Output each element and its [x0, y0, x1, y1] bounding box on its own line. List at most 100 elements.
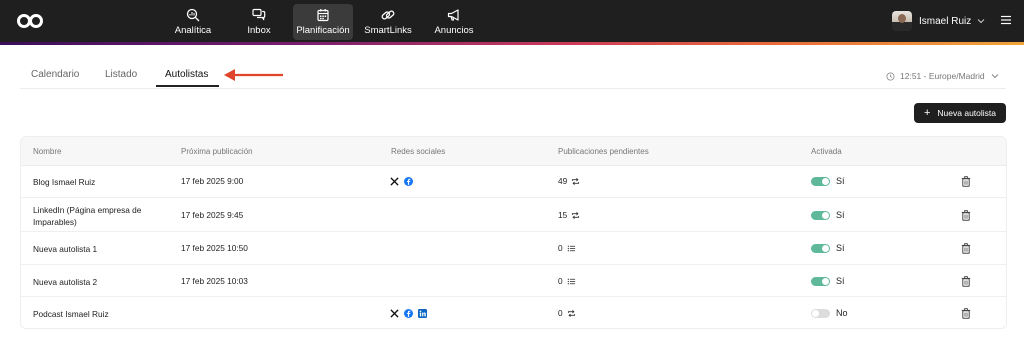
- megaphone-icon: [447, 9, 459, 21]
- facebook-icon: [404, 309, 413, 318]
- toggle-knob: [812, 309, 819, 317]
- nav-label: Planificación: [296, 25, 350, 36]
- toggle-label: Sí: [836, 243, 845, 253]
- autolist-name[interactable]: LinkedIn (Página empresa de Imparables): [33, 204, 163, 228]
- toggle-knob: [822, 277, 829, 285]
- user-menu[interactable]: Ismael Ruiz: [892, 11, 985, 31]
- table-row[interactable]: Nueva autolista 2 17 feb 2025 10:03 0 Sí: [21, 265, 1006, 297]
- trash-icon[interactable]: [961, 176, 971, 187]
- active-toggle[interactable]: Sí: [811, 276, 845, 286]
- facebook-icon: [404, 177, 413, 186]
- chevron-down-icon: [991, 74, 998, 79]
- table-row[interactable]: Podcast Ismael Ruiz 0 No: [21, 297, 1006, 329]
- column-header-activada: Activada: [811, 147, 842, 156]
- toggle-switch[interactable]: [811, 176, 830, 186]
- pending-publications: 0: [558, 308, 576, 318]
- toggle-knob: [822, 177, 829, 185]
- nav-label: SmartLinks: [364, 25, 412, 36]
- toggle-label: Sí: [836, 176, 845, 186]
- logo-icon[interactable]: [16, 12, 44, 30]
- trash-icon[interactable]: [961, 308, 971, 319]
- toggle-knob: [822, 244, 829, 252]
- repeat-icon: [572, 177, 580, 185]
- column-header-nombre: Nombre: [33, 147, 62, 156]
- active-tab-indicator: [156, 85, 219, 87]
- social-networks: [390, 309, 432, 318]
- autolist-name[interactable]: Podcast Ismael Ruiz: [33, 308, 163, 320]
- new-autolist-label: Nueva autolista: [937, 108, 997, 118]
- toggle-knob: [822, 211, 829, 219]
- x-icon: [390, 309, 399, 318]
- avatar: [892, 11, 912, 31]
- pending-count: 15: [558, 210, 568, 220]
- pending-count: 0: [558, 308, 563, 318]
- pending-publications: 0: [558, 276, 576, 286]
- trash-icon[interactable]: [961, 243, 971, 254]
- column-header-publicaciones-pendientes: Publicaciones pendientes: [558, 147, 649, 156]
- autolists-table: Nombre Próxima publicación Redes sociale…: [20, 136, 1007, 329]
- nav-label: Analítica: [174, 25, 212, 36]
- column-header-proxima-publicacion: Próxima publicación: [181, 147, 253, 156]
- pending-count: 49: [558, 176, 568, 186]
- active-toggle[interactable]: Sí: [811, 210, 845, 220]
- nav-label: Anuncios: [434, 25, 474, 36]
- next-publication: 17 feb 2025 9:45: [181, 210, 244, 220]
- autolist-name[interactable]: Blog Ismael Ruiz: [33, 176, 163, 188]
- toggle-label: Sí: [836, 276, 845, 286]
- table-row[interactable]: LinkedIn (Página empresa de Imparables) …: [21, 199, 1006, 232]
- toggle-label: No: [836, 308, 848, 318]
- tab-listado[interactable]: Listado: [105, 69, 137, 80]
- red-arrow-annotation-icon: [224, 69, 283, 81]
- toggle-switch[interactable]: [811, 243, 830, 253]
- list-icon: [567, 278, 575, 284]
- nav-analitica[interactable]: Analítica: [170, 4, 216, 40]
- toggle-switch[interactable]: [811, 276, 830, 286]
- nav-label: Inbox: [247, 25, 271, 36]
- tab-autolistas[interactable]: Autolistas: [165, 69, 208, 80]
- nav-inbox[interactable]: Inbox: [238, 4, 280, 40]
- timezone-label: 12:51 - Europe/Madrid: [900, 71, 985, 81]
- nav-planificacion[interactable]: Planificación: [293, 4, 353, 40]
- active-toggle[interactable]: No: [811, 308, 848, 318]
- nav-anuncios[interactable]: Anuncios: [432, 4, 476, 40]
- table-row[interactable]: Nueva autolista 1 17 feb 2025 10:50 0 Sí: [21, 233, 1006, 265]
- trash-icon[interactable]: [961, 276, 971, 287]
- chat-bubbles-icon: [252, 8, 266, 21]
- autolist-name[interactable]: Nueva autolista 1: [33, 243, 163, 255]
- top-navigation-bar: Analítica Inbox Planificación SmartLinks…: [0, 0, 1024, 42]
- pending-publications: 49: [558, 176, 580, 186]
- pending-count: 0: [558, 276, 563, 286]
- active-toggle[interactable]: Sí: [811, 243, 845, 253]
- tab-calendario[interactable]: Calendario: [31, 69, 79, 80]
- active-toggle[interactable]: Sí: [811, 176, 845, 186]
- plus-icon: +: [923, 107, 931, 119]
- repeat-icon: [567, 309, 575, 317]
- list-icon: [567, 245, 575, 251]
- tabs-divider: [20, 88, 1006, 89]
- hamburger-menu-icon[interactable]: [1001, 15, 1011, 25]
- table-row[interactable]: Blog Ismael Ruiz 17 feb 2025 9:00 49 Sí: [21, 166, 1006, 198]
- user-name: Ismael Ruiz: [919, 15, 972, 27]
- repeat-icon: [572, 211, 580, 219]
- pending-publications: 15: [558, 210, 580, 220]
- toggle-switch[interactable]: [811, 308, 830, 318]
- toggle-label: Sí: [836, 210, 845, 220]
- toggle-switch[interactable]: [811, 210, 830, 220]
- column-header-redes-sociales: Redes sociales: [391, 147, 446, 156]
- timezone-selector[interactable]: 12:51 - Europe/Madrid: [886, 71, 1004, 81]
- next-publication: 17 feb 2025 10:50: [181, 243, 248, 253]
- clock-icon: [886, 71, 895, 81]
- brand-gradient-strip: [0, 42, 1024, 45]
- link-icon: [381, 10, 395, 20]
- pending-publications: 0: [558, 243, 576, 253]
- autolist-name[interactable]: Nueva autolista 2: [33, 276, 163, 288]
- nav-smartlinks[interactable]: SmartLinks: [363, 4, 413, 40]
- pending-count: 0: [558, 243, 563, 253]
- next-publication: 17 feb 2025 10:03: [181, 276, 248, 286]
- new-autolist-button[interactable]: + Nueva autolista: [914, 103, 1006, 123]
- social-networks: [390, 177, 418, 186]
- linkedin-icon: [418, 309, 427, 318]
- calendar-icon: [317, 9, 329, 22]
- table-header: Nombre Próxima publicación Redes sociale…: [21, 137, 1006, 166]
- trash-icon[interactable]: [961, 210, 971, 221]
